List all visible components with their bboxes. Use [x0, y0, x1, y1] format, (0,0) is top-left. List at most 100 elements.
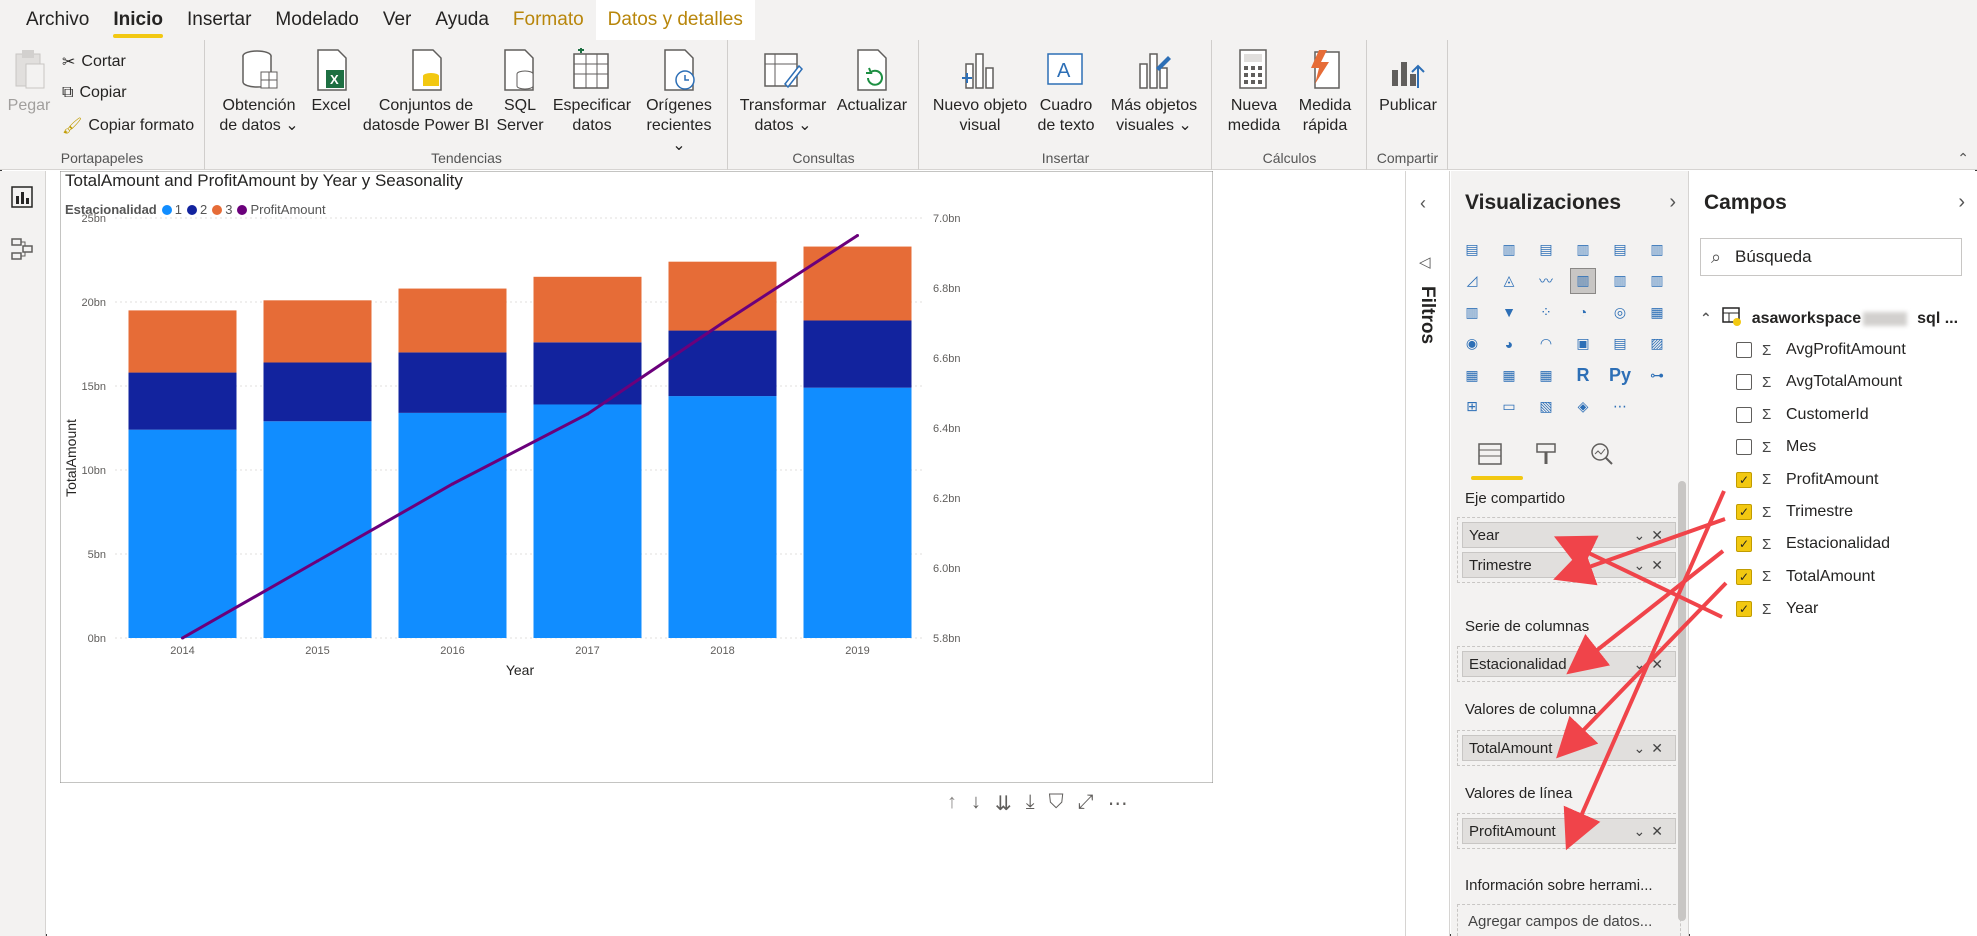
menu-inicio[interactable]: Inicio: [101, 0, 175, 40]
field-item[interactable]: Σ Mes: [1736, 438, 1816, 456]
viz-type-icon[interactable]: ▤: [1607, 331, 1633, 357]
viz-type-icon[interactable]: ⊞: [1459, 394, 1485, 420]
actualizar-button[interactable]: Actualizar: [833, 48, 911, 116]
fields-search-input[interactable]: ⌕ Búsqueda: [1700, 238, 1962, 276]
chevron-left-icon[interactable]: ‹: [1420, 193, 1426, 214]
viz-type-icon[interactable]: ▦: [1496, 362, 1522, 388]
viz-type-icon[interactable]: ▤: [1459, 236, 1485, 262]
copiar-formato-button[interactable]: 🖌 Copiar formato: [62, 116, 194, 136]
viz-type-icon[interactable]: ▨: [1644, 331, 1670, 357]
viz-type-icon[interactable]: ▭: [1496, 394, 1522, 420]
well-field-year[interactable]: Year ⌄✕: [1462, 522, 1676, 548]
viz-type-icon[interactable]: ▥: [1644, 268, 1670, 294]
table-node[interactable]: ⌃ asaworkspace sql ...: [1700, 306, 1958, 331]
chevron-up-icon[interactable]: ⌃: [1700, 310, 1712, 327]
tooltips-well[interactable]: Agregar campos de datos...: [1457, 904, 1681, 936]
field-checkbox[interactable]: [1736, 374, 1752, 391]
chevron-right-icon[interactable]: ›: [1669, 191, 1676, 214]
well-field-profitamount[interactable]: ProfitAmount ⌄✕: [1462, 818, 1676, 844]
well-field-trimestre[interactable]: Trimestre ⌄✕: [1462, 552, 1676, 578]
menu-ayuda[interactable]: Ayuda: [423, 0, 501, 40]
viz-type-icon[interactable]: R: [1570, 362, 1596, 388]
viz-type-icon[interactable]: Py: [1607, 362, 1633, 388]
field-controls-icon[interactable]: ⌄✕: [1634, 557, 1669, 574]
well-field-estacionalidad[interactable]: Estacionalidad ⌄✕: [1462, 651, 1676, 677]
drill-up-icon[interactable]: ↑: [947, 791, 957, 816]
combo-chart-visual[interactable]: TotalAmount and ProfitAmount by Year y S…: [60, 171, 1213, 783]
menu-datos-detalles[interactable]: Datos y detalles: [595, 0, 755, 40]
menu-ver[interactable]: Ver: [371, 0, 424, 40]
column-values-well[interactable]: TotalAmount ⌄✕: [1457, 730, 1681, 766]
transformar-datos-button[interactable]: Transformar datos ⌄: [739, 48, 827, 136]
field-controls-icon[interactable]: ⌄✕: [1634, 740, 1669, 757]
field-item[interactable]: ✓ Σ ProfitAmount: [1736, 471, 1878, 489]
copiar-button[interactable]: ⧉ Copiar: [62, 84, 127, 102]
field-checkbox[interactable]: ✓: [1736, 536, 1752, 553]
field-item[interactable]: Σ AvgProfitAmount: [1736, 341, 1906, 359]
field-item[interactable]: ✓ Σ Year: [1736, 600, 1818, 618]
field-checkbox[interactable]: ✓: [1736, 504, 1752, 520]
field-checkbox[interactable]: [1736, 439, 1752, 456]
viz-type-icon[interactable]: ◈: [1570, 394, 1596, 420]
field-item[interactable]: ✓ Σ Trimestre: [1736, 503, 1853, 521]
viz-type-icon[interactable]: ⁘: [1533, 299, 1559, 325]
menu-archivo[interactable]: Archivo: [14, 0, 101, 40]
field-checkbox[interactable]: [1736, 406, 1752, 423]
viz-type-icon[interactable]: ▼: [1496, 299, 1522, 325]
analytics-tab-icon[interactable]: [1589, 441, 1615, 472]
field-item[interactable]: ✓ Σ TotalAmount: [1736, 568, 1875, 586]
collapse-ribbon-icon[interactable]: ⌃: [1957, 150, 1969, 167]
fields-tab-icon[interactable]: [1477, 441, 1503, 472]
field-item[interactable]: Σ CustomerId: [1736, 406, 1869, 424]
field-controls-icon[interactable]: ⌄✕: [1634, 527, 1669, 544]
model-view-icon[interactable]: [10, 237, 34, 266]
viz-type-icon[interactable]: ◿: [1459, 268, 1485, 294]
expand-hierarchy-icon[interactable]: ⤓: [1026, 791, 1035, 816]
chevron-right-icon[interactable]: ›: [1958, 191, 1965, 214]
line-values-well[interactable]: ProfitAmount ⌄✕: [1457, 813, 1681, 849]
viz-type-icon[interactable]: ◎: [1607, 299, 1633, 325]
more-options-icon[interactable]: ⋯: [1108, 791, 1128, 816]
viz-type-icon[interactable]: ⋯: [1607, 394, 1633, 420]
report-view-icon[interactable]: [10, 185, 34, 214]
viz-pane-scrollbar[interactable]: [1678, 481, 1686, 921]
viz-type-icon[interactable]: ▦: [1644, 299, 1670, 325]
origenes-recientes-button[interactable]: Orígenes recientes ⌄: [638, 48, 720, 156]
menu-insertar[interactable]: Insertar: [175, 0, 263, 40]
column-series-well[interactable]: Estacionalidad ⌄✕: [1457, 646, 1681, 682]
obtencion-datos-button[interactable]: Obtención de datos ⌄: [218, 48, 300, 136]
viz-type-icon[interactable]: ▤: [1607, 236, 1633, 262]
viz-type-icon[interactable]: ▦: [1459, 362, 1485, 388]
especificar-datos-button[interactable]: Especificar datos: [552, 48, 632, 136]
viz-type-icon[interactable]: ◬: [1496, 268, 1522, 294]
format-tab-icon[interactable]: [1533, 441, 1559, 472]
viz-type-icon[interactable]: ▧: [1533, 394, 1559, 420]
viz-type-icon[interactable]: ◠: [1533, 331, 1559, 357]
filters-pane[interactable]: ‹ ◁ Filtros: [1405, 171, 1450, 936]
mas-objetos-visuales-button[interactable]: Más objetos visuales ⌄: [1104, 48, 1204, 136]
drill-down-icon[interactable]: ↓: [971, 791, 981, 816]
menu-formato[interactable]: Formato: [501, 0, 596, 40]
viz-type-icon[interactable]: ▥: [1570, 267, 1596, 294]
viz-type-icon[interactable]: ▥: [1607, 268, 1633, 294]
viz-type-icon[interactable]: ▥: [1570, 236, 1596, 262]
viz-type-icon[interactable]: ▦: [1533, 362, 1559, 388]
viz-type-icon[interactable]: 〰: [1533, 268, 1559, 294]
field-controls-icon[interactable]: ⌄✕: [1634, 656, 1669, 673]
field-checkbox[interactable]: ✓: [1736, 601, 1752, 618]
field-checkbox[interactable]: ✓: [1736, 471, 1752, 488]
filter-icon[interactable]: ⛉: [1049, 791, 1064, 816]
sql-server-button[interactable]: SQL Server: [494, 48, 546, 136]
viz-type-icon[interactable]: ▤: [1533, 236, 1559, 262]
menu-modelado[interactable]: Modelado: [263, 0, 370, 40]
viz-type-icon[interactable]: ▥: [1644, 236, 1670, 262]
nuevo-objeto-visual-button[interactable]: Nuevo objeto visual: [930, 48, 1030, 136]
excel-button[interactable]: X Excel: [306, 48, 356, 116]
viz-type-icon[interactable]: ▥: [1496, 236, 1522, 262]
cortar-button[interactable]: ✂ Cortar: [62, 52, 126, 72]
viz-type-icon[interactable]: ⊶: [1644, 362, 1670, 388]
field-controls-icon[interactable]: ⌄✕: [1634, 823, 1669, 840]
viz-type-icon[interactable]: ◕: [1496, 331, 1522, 357]
medida-rapida-button[interactable]: Medida rápida: [1291, 48, 1359, 136]
cuadro-texto-button[interactable]: A Cuadro de texto: [1034, 48, 1098, 136]
